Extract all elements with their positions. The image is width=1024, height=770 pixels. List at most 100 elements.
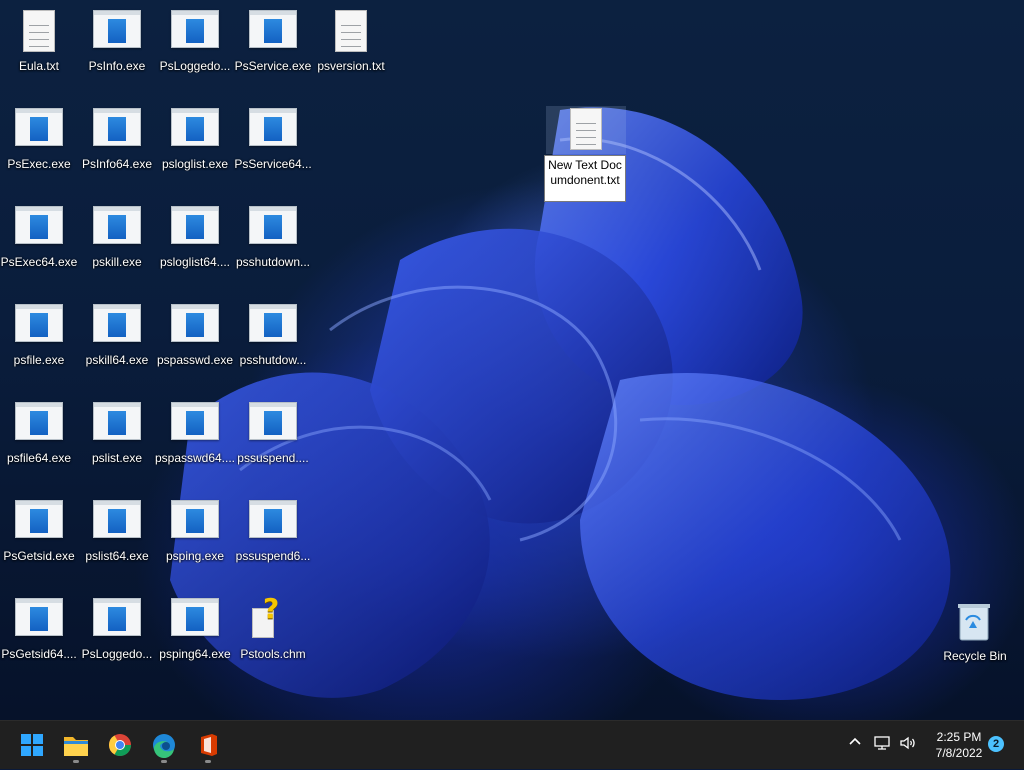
desktop-icon-pskill[interactable]: pskill.exe <box>78 202 156 294</box>
chrome-button[interactable] <box>100 725 140 765</box>
desktop-icon-pssuspend64[interactable]: pssuspend6... <box>234 496 312 588</box>
desktop-icon-psloggedon64[interactable]: PsLoggedo... <box>78 594 156 686</box>
clock[interactable]: 2:25 PM 7/8/2022 <box>922 729 996 761</box>
file-explorer-button[interactable] <box>56 725 96 765</box>
desktop-icon-psloggedon[interactable]: PsLoggedo... <box>156 6 234 98</box>
chrome-icon <box>109 734 131 756</box>
executable-icon <box>171 402 219 442</box>
start-button[interactable] <box>12 725 52 765</box>
desktop-icon-psservice[interactable]: PsService.exe <box>234 6 312 98</box>
exe-window-shape <box>249 304 297 342</box>
desktop-icon-label: pskill.exe <box>92 255 142 269</box>
desktop-icon-psversion[interactable]: psversion.txt <box>312 6 390 98</box>
desktop-icon-pstools-chm[interactable]: ? Pstools.chm <box>234 592 312 686</box>
exe-window-shape <box>171 500 219 538</box>
desktop-icon-psloglist[interactable]: psloglist.exe <box>156 104 234 196</box>
desktop-icon-eula[interactable]: Eula.txt <box>0 6 78 98</box>
executable-icon <box>93 304 141 344</box>
desktop-icon-pskill64[interactable]: pskill64.exe <box>78 300 156 392</box>
executable-icon <box>171 108 219 148</box>
exe-window-shape <box>15 598 63 636</box>
desktop-icon-label: pskill64.exe <box>85 353 149 367</box>
desktop-icon-label: pslist64.exe <box>85 549 149 563</box>
desktop-icon-label: PsExec.exe <box>7 157 71 171</box>
desktop-icon-psinfo64[interactable]: PsInfo64.exe <box>78 104 156 196</box>
desktop-icon-label: PsInfo64.exe <box>81 157 153 171</box>
executable-icon <box>15 598 63 638</box>
file-explorer-icon <box>64 737 88 756</box>
desktop-icon-psfile64[interactable]: psfile64.exe <box>0 398 78 490</box>
desktop-icon-pssuspend[interactable]: pssuspend.... <box>234 398 312 490</box>
edge-button[interactable] <box>144 725 184 765</box>
desktop-icon-psexec[interactable]: PsExec.exe <box>0 104 78 196</box>
exe-window-shape <box>171 598 219 636</box>
office-button[interactable] <box>188 725 228 765</box>
executable-icon <box>171 304 219 344</box>
document-shape <box>23 10 55 52</box>
running-indicator <box>73 760 79 763</box>
exe-window-shape <box>93 500 141 538</box>
recycle-bin[interactable]: Recycle Bin <box>936 596 1014 688</box>
desktop-icon-psloglist64[interactable]: psloglist64.... <box>156 202 234 294</box>
executable-icon <box>249 304 297 344</box>
question-mark-icon: ? <box>263 592 280 625</box>
clock-date: 7/8/2022 <box>935 746 983 760</box>
desktop-icon-psshutdown64[interactable]: psshutdow... <box>234 300 312 392</box>
exe-window-shape <box>15 402 63 440</box>
exe-window-shape <box>249 402 297 440</box>
desktop-icon-psgetsid[interactable]: PsGetsid.exe <box>0 496 78 588</box>
desktop-icon-psgetsid64[interactable]: PsGetsid64.... <box>0 594 78 686</box>
desktop-icon-label: psshutdow... <box>239 353 307 367</box>
desktop-icon-pslist64[interactable]: pslist64.exe <box>78 496 156 588</box>
executable-icon <box>15 500 63 540</box>
desktop-icon-psexec64[interactable]: PsExec64.exe <box>0 202 78 294</box>
exe-window-shape <box>15 500 63 538</box>
executable-icon <box>15 304 63 344</box>
desktop-icon-psping64[interactable]: psping64.exe <box>156 594 234 686</box>
desktop-icon-label: PsInfo.exe <box>88 59 146 73</box>
executable-icon <box>15 108 63 148</box>
executable-icon <box>171 10 219 50</box>
desktop-icon-psservice64[interactable]: PsService64... <box>234 104 312 196</box>
executable-icon <box>93 598 141 638</box>
running-indicator <box>161 760 167 763</box>
network-icon[interactable] <box>872 733 892 753</box>
desktop-icon-pspasswd64[interactable]: pspasswd64.... <box>155 398 235 490</box>
desktop-icon-label: pspasswd64.... <box>154 451 236 465</box>
show-hidden-icons-chevron-icon[interactable] <box>846 733 864 751</box>
new-text-document-icon[interactable]: New Text Documdonent.txt <box>544 106 626 206</box>
exe-window-shape <box>93 10 141 48</box>
desktop-icon-label: pslist.exe <box>91 451 143 465</box>
executable-icon <box>249 500 297 540</box>
rename-input[interactable]: New Text Documdonent.txt <box>544 155 626 202</box>
exe-window-shape <box>249 500 297 538</box>
clock-time: 2:25 PM <box>936 730 982 744</box>
exe-window-shape <box>93 304 141 342</box>
desktop-icon-label: psping.exe <box>165 549 225 563</box>
exe-window-shape <box>93 108 141 146</box>
desktop-icon-label: psversion.txt <box>317 59 385 73</box>
executable-icon <box>249 108 297 148</box>
windows-start-icon <box>21 734 43 756</box>
executable-icon <box>93 500 141 540</box>
exe-window-shape <box>171 304 219 342</box>
desktop-icon-psshutdown[interactable]: psshutdown... <box>234 202 312 294</box>
document-shape <box>335 10 367 52</box>
exe-window-shape <box>171 10 219 48</box>
taskbar: 2:25 PM 7/8/2022 2 <box>0 720 1024 769</box>
desktop-icon-psping[interactable]: psping.exe <box>156 496 234 588</box>
exe-window-shape <box>171 206 219 244</box>
exe-window-shape <box>249 206 297 244</box>
desktop-icon-label: pssuspend.... <box>237 451 309 465</box>
desktop-icon-pslist[interactable]: pslist.exe <box>78 398 156 490</box>
desktop-icon-label: PsLoggedo... <box>81 647 153 661</box>
desktop-icon-psfile[interactable]: psfile.exe <box>0 300 78 392</box>
exe-window-shape <box>15 304 63 342</box>
text-file-icon <box>327 10 375 52</box>
desktop-icon-psinfo[interactable]: PsInfo.exe <box>78 6 156 98</box>
desktop-icon-label: PsService.exe <box>234 59 312 73</box>
edge-icon <box>153 734 175 759</box>
notification-badge[interactable]: 2 <box>988 736 1004 752</box>
desktop-icon-pspasswd[interactable]: pspasswd.exe <box>156 300 234 392</box>
volume-icon[interactable] <box>898 733 918 753</box>
